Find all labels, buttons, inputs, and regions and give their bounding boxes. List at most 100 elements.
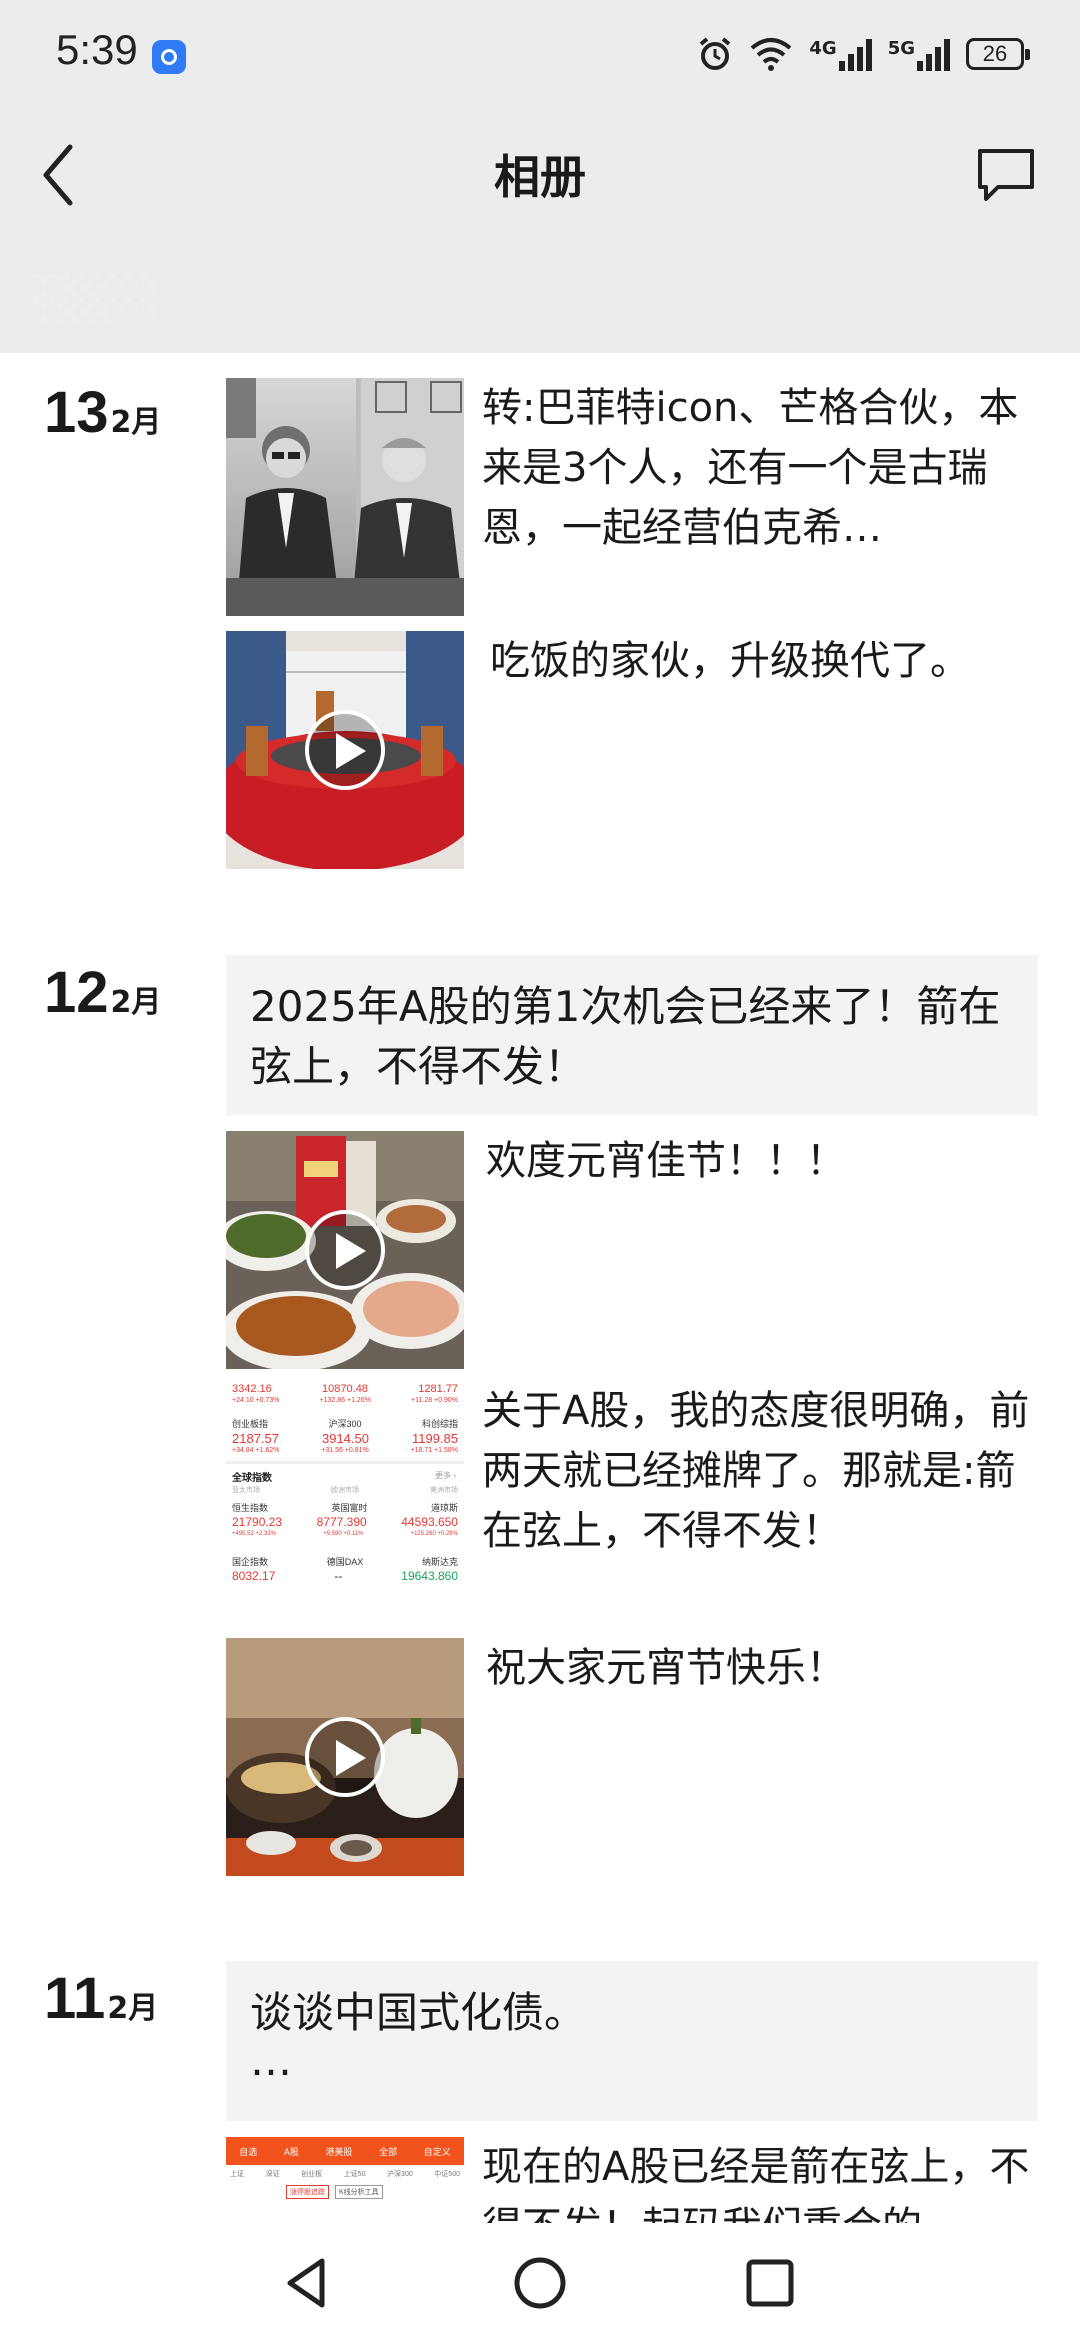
stock-name: 纳斯达克 [421, 1557, 458, 1567]
play-icon[interactable] [305, 1210, 385, 1290]
stock-screenshot-thumbnail[interactable]: 3342.16 10870.48 1281.77 +24.10 +0.73% +… [226, 1381, 464, 1619]
date-month: 2月 [110, 405, 162, 440]
wifi-icon [751, 38, 792, 71]
stock-row3-values: 8032.17 -- 19643.860 [232, 1569, 458, 1583]
stock-value: 44593.650 [401, 1515, 458, 1529]
stock-row2-changes: +495.52 +2.33% +9.590 +0.11% +125.260 +0… [232, 1531, 458, 1537]
stock-row2-names: 恒生指数 英国富时 道琼斯 [232, 1501, 458, 1514]
app-buttons: 涨停股追踪 K线分析工具 [286, 2185, 383, 2199]
stock-name: 恒生指数 [232, 1503, 269, 1513]
stock-name: 德国DAX [326, 1557, 364, 1567]
net-5g-label: 5G [887, 38, 915, 59]
app-tab: A股 [283, 2146, 299, 2157]
date-label: 112月 [44, 1965, 158, 2032]
region-tab: 美洲市场 [430, 1487, 458, 1494]
stock-row1-values: 2187.57 3914.50 1199.85 [232, 1431, 458, 1446]
app-tab: 全部 [379, 2146, 398, 2157]
play-icon[interactable] [305, 1717, 385, 1797]
page-title: 相册 [494, 150, 586, 204]
stock-value: 1199.85 [411, 1431, 458, 1446]
text-post-card[interactable]: 2025年A股的第1次机会已经来了！箭在弦上，不得不发！ [226, 955, 1038, 1115]
date-month: 2月 [107, 1991, 159, 2026]
feed-post[interactable]: 3342.16 10870.48 1281.77 +24.10 +0.73% +… [226, 1381, 1038, 1619]
stock-value: 1281.77 [418, 1383, 458, 1395]
stock-value: -- [334, 1569, 343, 1583]
play-icon[interactable] [305, 710, 385, 790]
stock-name: 道琼斯 [430, 1503, 458, 1513]
top-nav-bar: 相册 ░░░░ [0, 105, 1080, 353]
card-text: 谈谈中国式化债。 [250, 1988, 587, 2037]
stock-name: 英国富时 [331, 1503, 368, 1513]
system-home-button[interactable] [510, 2253, 570, 2313]
app-subtabs: 上证 深证 创业板 上证50 沪深300 中证500 [230, 2169, 460, 2179]
section-title: 全球指数 [232, 1473, 272, 1484]
app-tab: 自选 [239, 2146, 258, 2157]
feed-post[interactable]: 祝大家元宵节快乐！ [226, 1638, 1038, 1876]
stock-name: 科创综指 [421, 1419, 458, 1429]
stock-app-thumbnail[interactable]: 自选 A股 港美股 全部 自定义 上证 深证 创业板 上证50 沪深300 中证… [226, 2137, 464, 2223]
region-tab: 欧洲市场 [331, 1487, 359, 1494]
system-back-button[interactable] [278, 2253, 338, 2313]
post-text: 关于A股，我的态度很明确，前两天就已经摊牌了。那就是:箭在弦上，不得不发！ [482, 1388, 1030, 1554]
divider [226, 1461, 464, 1464]
date-month: 2月 [110, 985, 162, 1020]
stock-value: 21790.23 [232, 1515, 283, 1529]
stock-value: 3342.16 [232, 1383, 272, 1395]
app-button: 涨停股追踪 [286, 2185, 329, 2199]
stock-change: +11.28 +0.90% [411, 1397, 458, 1404]
text-post-card[interactable]: 谈谈中国式化债。 … [226, 1961, 1038, 2121]
system-recents-button[interactable] [740, 2253, 800, 2313]
stock-name: 沪深300 [328, 1419, 362, 1429]
app-subtab: 上证50 [343, 2171, 366, 2178]
app-tab: 自定义 [423, 2146, 451, 2157]
region-tabs: 亚太市场 欧洲市场 美洲市场 [232, 1485, 458, 1495]
stock-name: 创业板指 [232, 1419, 269, 1429]
system-navigation-bar [0, 2223, 1080, 2340]
post-text: 吃饭的家伙，升级换代了。 [490, 638, 970, 684]
video-thumbnail[interactable] [226, 1638, 464, 1876]
stock-value: 8777.390 [316, 1515, 367, 1529]
stock-row1-changes: +34.84 +1.62% +31.56 +0.81% +18.71 +1.58… [232, 1447, 458, 1454]
stock-value: 19643.860 [401, 1569, 458, 1583]
card-more: … [250, 2036, 292, 2085]
post-text: 欢度元宵佳节！！！ [486, 1138, 846, 1184]
feed-post[interactable]: 吃饭的家伙，升级换代了。 [226, 631, 1038, 869]
stock-row2-values: 21790.23 8777.390 44593.650 [232, 1515, 458, 1529]
stock-change: +132.86 +1.26% [319, 1397, 371, 1404]
stock-name: 国企指数 [232, 1557, 269, 1567]
triangle-back-icon [287, 2258, 325, 2308]
app-tab: 港美股 [325, 2146, 353, 2157]
video-thumbnail[interactable] [226, 631, 464, 869]
comment-icon [978, 149, 1034, 201]
stock-row3-names: 国企指数 德国DAX 纳斯达克 [232, 1555, 458, 1568]
video-thumbnail[interactable] [226, 1131, 464, 1369]
battery-icon: 26 [966, 38, 1030, 70]
stock-change: +125.260 +0.28% [410, 1531, 458, 1537]
signal-4g-icon: 4G [809, 37, 872, 71]
date-label: 132月 [44, 379, 161, 446]
stock-change: +18.71 +1.58% [410, 1447, 459, 1454]
date-day: 13 [44, 380, 109, 445]
photo-thumbnail[interactable] [226, 378, 464, 616]
stock-change: +495.52 +2.33% [232, 1531, 277, 1537]
app-subtab: 沪深300 [387, 2171, 413, 2178]
app-subtab: 创业板 [301, 2171, 323, 2178]
stock-value: 3914.50 [321, 1431, 369, 1446]
stock-change: +34.84 +1.62% [232, 1447, 280, 1454]
message-button[interactable] [974, 145, 1038, 205]
date-day: 11 [44, 1966, 106, 2031]
more-link: 更多 › [435, 1471, 456, 1480]
status-icons: 4G 5G 26 [697, 30, 1030, 78]
date-label: 122月 [44, 959, 161, 1026]
stock-top-change-row: +24.10 +0.73% +132.86 +1.26% +11.28 +0.9… [232, 1397, 458, 1404]
feed-post[interactable]: 欢度元宵佳节！！！ [226, 1131, 1038, 1369]
feed-post[interactable]: 自选 A股 港美股 全部 自定义 上证 深证 创业板 上证50 沪深300 中证… [226, 2137, 1038, 2223]
album-feed[interactable]: 132月 转:巴菲特icon、芒格合伙，本来是3个人，还有一个是古瑞恩，一起经营… [0, 353, 1080, 2223]
feed-post[interactable]: 转:巴菲特icon、芒格合伙，本来是3个人，还有一个是古瑞恩，一起经营伯克希… [226, 378, 1038, 616]
blurred-header-text: ░░░░ [34, 275, 158, 321]
status-bar: 5:39 4G 5G 26 [0, 0, 1080, 105]
app-subtab: 中证500 [434, 2171, 460, 2178]
circle-home-icon [514, 2257, 566, 2309]
app-button: K线分析工具 [335, 2185, 383, 2199]
stock-change: +24.10 +0.73% [232, 1397, 280, 1404]
